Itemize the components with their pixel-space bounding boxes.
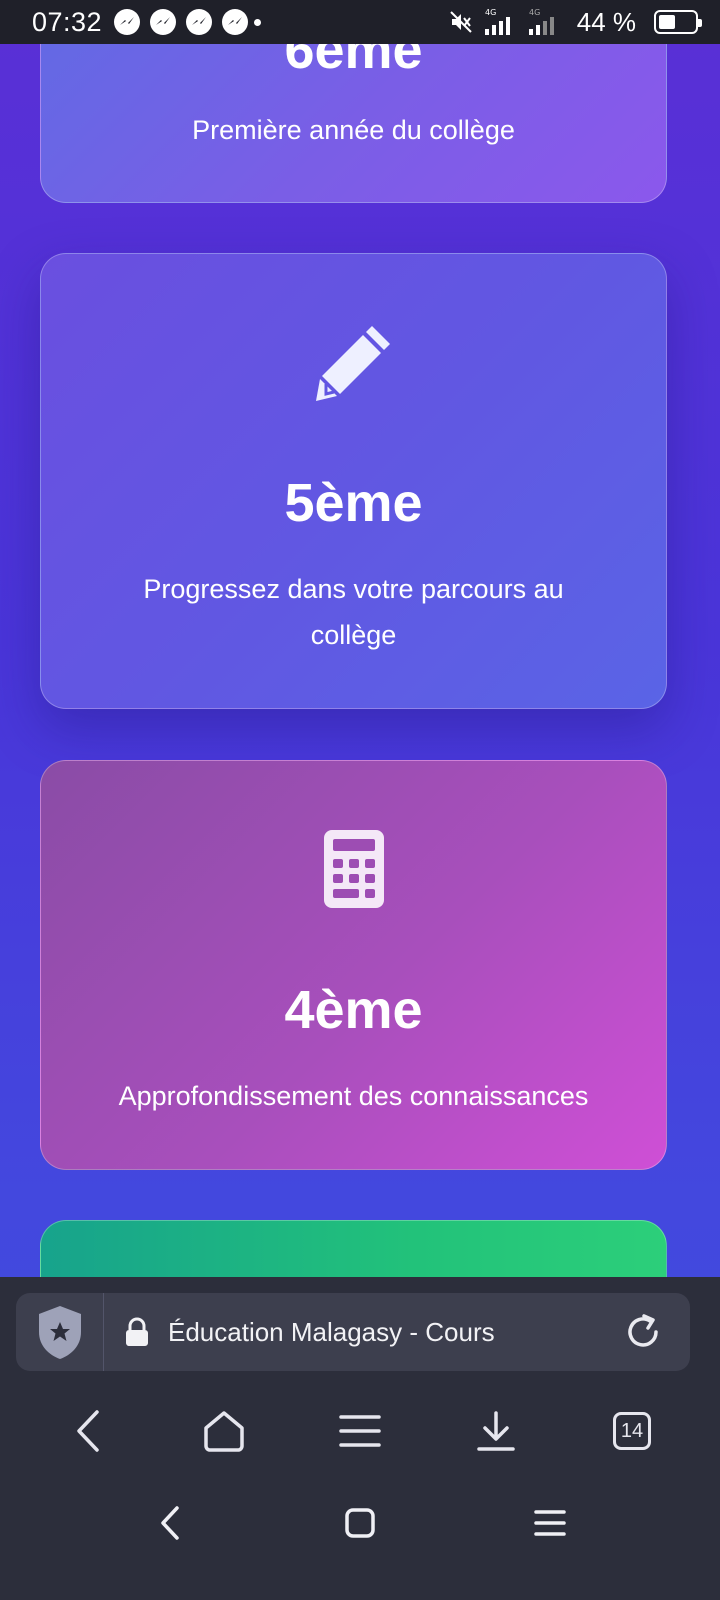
browser-toolbar: Éducation Malagasy - Cours 14 [0,1277,720,1600]
back-button[interactable] [48,1396,128,1466]
messenger-icon [186,9,213,35]
browser-nav-row: 14 [0,1391,720,1471]
messenger-icon [150,9,177,35]
download-icon [477,1411,515,1451]
more-notifications-dot [254,18,262,26]
square-icon [345,1508,375,1538]
card-title: 4ème [284,980,423,1040]
chevron-left-icon [77,1410,99,1452]
tracking-protection-button[interactable] [16,1293,104,1371]
card-description: Approfondissement des connaissances [118,1081,589,1111]
battery-percent: 44 % [576,6,636,37]
reload-icon[interactable] [622,1311,664,1358]
system-back-button[interactable] [130,1488,210,1558]
tabs-button[interactable]: 14 [592,1396,672,1466]
status-time: 07:32 [32,6,103,37]
system-recents-button[interactable] [510,1488,590,1558]
shield-icon [38,1306,81,1359]
tabs-count: 14 [613,1412,651,1450]
menu-icon [534,1510,566,1536]
mute-icon [450,11,472,33]
messenger-icon [114,9,141,35]
system-nav-bar [0,1483,720,1563]
network-label-1: 4G [485,8,496,17]
calculator-icon [41,829,666,909]
home-button[interactable] [184,1396,264,1466]
menu-icon [339,1415,381,1447]
signal-icon-2: 4G [528,8,554,35]
notification-icons [114,9,262,35]
messenger-icon [222,9,249,35]
downloads-button[interactable] [456,1396,536,1466]
card-4eme[interactable]: 4ème Approfondissement des connaissances [40,760,667,1170]
network-label-2: 4G [529,8,540,17]
menu-button[interactable] [320,1396,400,1466]
chevron-left-icon [161,1506,179,1540]
battery-icon [654,10,702,34]
status-bar: 07:32 4G 4G 44 % [0,0,720,44]
signal-icon: 4G [484,8,510,35]
address-bar[interactable]: Éducation Malagasy - Cours [16,1293,690,1371]
lock-icon [124,1317,150,1347]
page-title[interactable]: Éducation Malagasy - Cours [168,1317,495,1348]
pencil-icon [41,322,666,402]
card-5eme[interactable]: 5ème Progressez dans votre parcours au c… [40,253,667,709]
card-title: 5ème [284,473,423,533]
card-description: Progressez dans votre parcours au collèg… [143,574,564,650]
home-icon [204,1411,244,1452]
card-description: Première année du collège [192,115,515,145]
system-home-button[interactable] [320,1488,400,1558]
status-indicators: 4G 4G 44 % [449,6,702,38]
